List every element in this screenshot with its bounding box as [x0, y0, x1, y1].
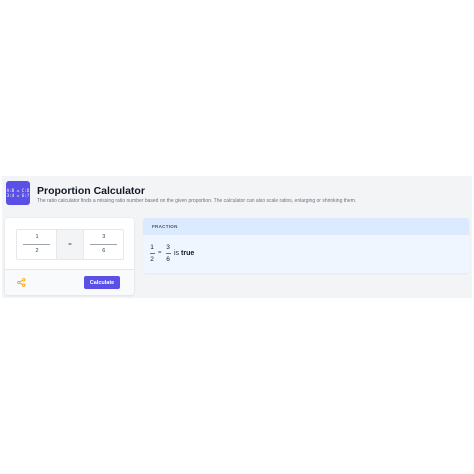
result-card: FRACTION 1 2 = 3 6 is true: [143, 218, 469, 273]
fraction-bar: [89, 244, 118, 245]
left-denominator-input[interactable]: 2: [17, 248, 57, 254]
result-right-numerator: 3: [166, 244, 170, 251]
page-subtitle: The ratio calculator finds a missing rat…: [37, 198, 357, 204]
share-icon[interactable]: [17, 278, 26, 287]
result-fraction-bar: [165, 253, 171, 254]
verdict-value: true: [181, 250, 195, 257]
proportion-input-row: 1 2 = 3 6: [16, 229, 124, 260]
right-denominator-input[interactable]: 6: [84, 248, 124, 254]
app-logo: A:B = C:D 3:4 = 6:?: [6, 181, 30, 205]
left-fraction: 1 2: [17, 230, 57, 259]
result-equals-sign: =: [158, 250, 162, 256]
result-verdict: is true: [174, 250, 194, 257]
calculate-button[interactable]: Calculate: [84, 276, 120, 289]
result-header-label: FRACTION: [152, 224, 178, 229]
right-fraction: 3 6: [83, 230, 124, 259]
card-footer: Calculate: [5, 269, 134, 295]
right-numerator-input[interactable]: 3: [84, 234, 124, 240]
left-numerator-input[interactable]: 1: [17, 234, 57, 240]
result-right-denominator: 6: [166, 256, 170, 263]
result-left-denominator: 2: [150, 256, 154, 263]
verdict-prefix: is: [174, 250, 180, 257]
page-title: Proportion Calculator: [37, 185, 145, 197]
fraction-bar: [23, 244, 51, 245]
equals-sign: =: [56, 230, 84, 259]
input-card: 1 2 = 3 6 Calculate: [5, 218, 134, 295]
logo-line-2: 3:4 = 6:?: [6, 193, 30, 198]
result-header: FRACTION: [143, 218, 469, 235]
result-left-numerator: 1: [150, 244, 154, 251]
result-fraction-bar: [149, 253, 155, 254]
